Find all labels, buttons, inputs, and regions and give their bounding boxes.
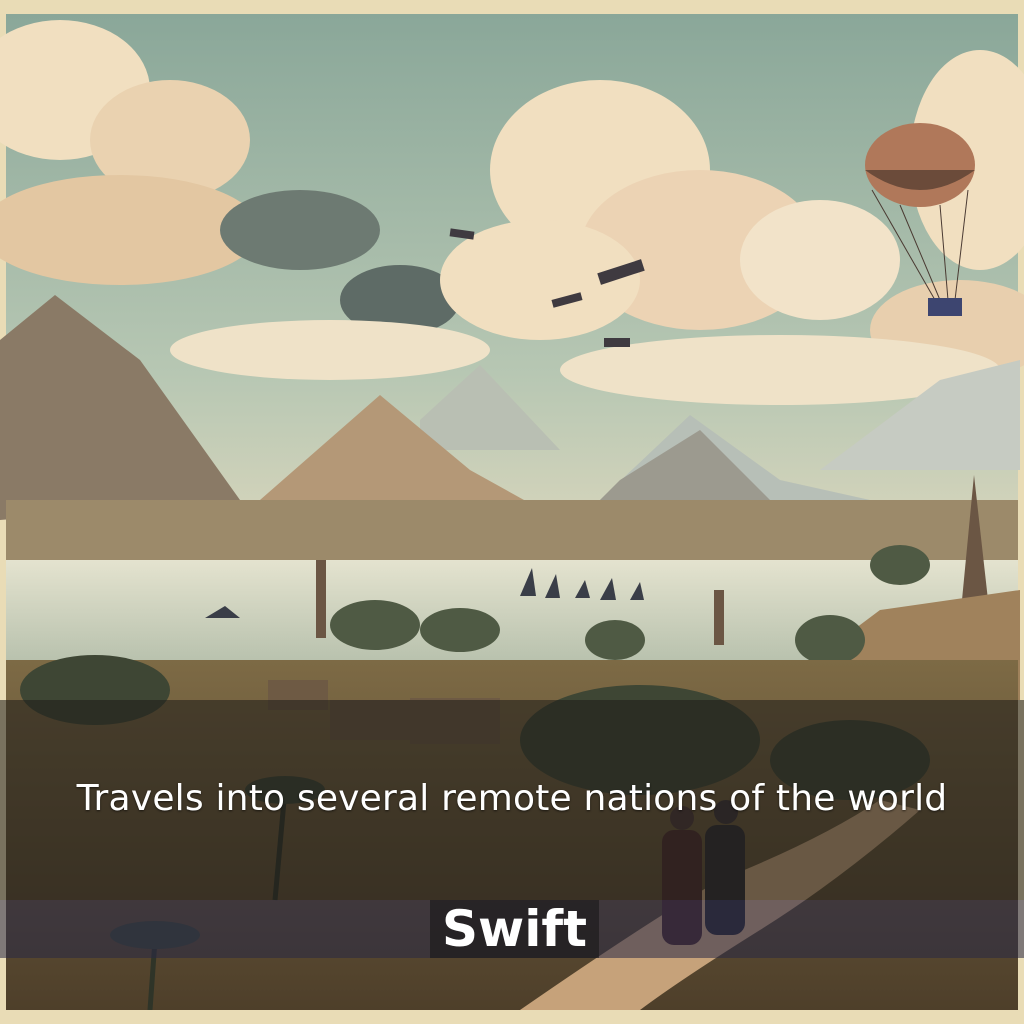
book-author: Swift bbox=[430, 900, 599, 958]
book-cover: Travels into several remote nations of t… bbox=[0, 0, 1024, 1024]
far-shore bbox=[6, 500, 1018, 570]
book-title: Travels into several remote nations of t… bbox=[76, 778, 948, 819]
